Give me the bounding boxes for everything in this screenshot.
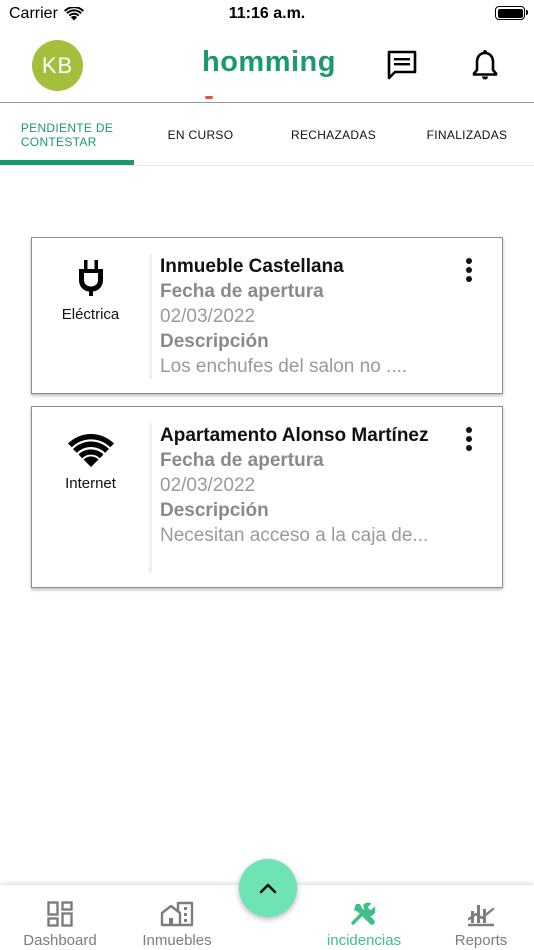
nav-label: Dashboard	[23, 932, 97, 949]
date-value: 02/03/2022	[160, 475, 256, 496]
card-divider	[149, 423, 152, 573]
date-value: 02/03/2022	[160, 306, 256, 327]
avatar[interactable]: KB	[32, 40, 83, 91]
chevron-up-icon	[259, 883, 277, 894]
category-icon-wrap	[32, 258, 149, 298]
tab-en-curso[interactable]: EN CURSO	[134, 104, 267, 166]
card-divider	[149, 254, 152, 379]
active-tab-indicator	[0, 160, 134, 165]
notifications-button[interactable]	[470, 49, 500, 81]
card-body: Apartamento Alonso Martínez Fecha de ape…	[160, 423, 450, 548]
homming-logo: homming	[202, 46, 336, 78]
app-header: KB homming	[0, 28, 534, 103]
more-dot	[466, 276, 472, 282]
chat-icon	[387, 50, 417, 80]
more-vertical-icon	[466, 427, 472, 433]
incident-card[interactable]: Internet Apartamento Alonso Martínez Fec…	[31, 406, 503, 588]
logo-accent	[205, 96, 213, 99]
property-name: Apartamento Alonso Martínez	[160, 425, 429, 446]
card-body: Inmueble Castellana Fecha de apertura 02…	[160, 254, 450, 379]
tab-rechazadas[interactable]: RECHAZADAS	[267, 104, 400, 166]
bell-icon	[472, 50, 498, 80]
nav-label: Inmuebles	[142, 932, 212, 949]
more-vertical-icon	[466, 258, 472, 264]
incident-card[interactable]: Eléctrica Inmueble Castellana Fecha de a…	[31, 237, 503, 394]
more-dot	[466, 445, 472, 451]
nav-label: Reports	[454, 932, 508, 949]
tab-finalizadas[interactable]: FINALIZADAS	[400, 104, 534, 166]
description-value: Necesitan acceso a la caja de...	[160, 525, 429, 546]
nav-inmuebles[interactable]: Inmuebles	[117, 885, 237, 950]
nav-dashboard[interactable]: Dashboard	[0, 885, 120, 950]
category-label: Eléctrica	[61, 306, 120, 323]
dashboard-icon	[47, 901, 73, 927]
tools-icon	[351, 902, 376, 925]
nav-incidencias[interactable]: incidencias	[304, 885, 424, 950]
description-value: Los enchufes del salon no ....	[160, 356, 408, 377]
status-time: 11:16 a.m.	[228, 5, 306, 22]
category-label: Internet	[65, 475, 116, 492]
date-label: Fecha de apertura	[160, 450, 324, 471]
more-options-button[interactable]	[464, 427, 474, 457]
wifi-icon	[67, 433, 114, 467]
nav-label: incidencias	[326, 932, 402, 949]
more-options-button[interactable]	[464, 258, 474, 288]
more-dot	[466, 267, 472, 273]
status-tabs: PENDIENTE DE CONTESTAR EN CURSO RECHAZAD…	[0, 104, 534, 166]
tab-pendiente[interactable]: PENDIENTE DE CONTESTAR	[0, 104, 134, 166]
reports-icon	[467, 905, 495, 927]
plug-icon	[78, 260, 103, 296]
nav-reports[interactable]: Reports	[421, 885, 534, 950]
scroll-up-button[interactable]	[239, 859, 297, 917]
chat-button[interactable]	[386, 49, 418, 81]
date-label: Fecha de apertura	[160, 281, 324, 302]
battery-icon	[495, 6, 528, 20]
status-bar: Carrier 11:16 a.m.	[0, 0, 534, 28]
buildings-icon	[160, 901, 194, 927]
description-label: Descripción	[160, 331, 269, 352]
description-label: Descripción	[160, 500, 269, 521]
category-icon-wrap	[32, 429, 149, 469]
property-name: Inmueble Castellana	[160, 256, 344, 277]
more-dot	[466, 436, 472, 442]
